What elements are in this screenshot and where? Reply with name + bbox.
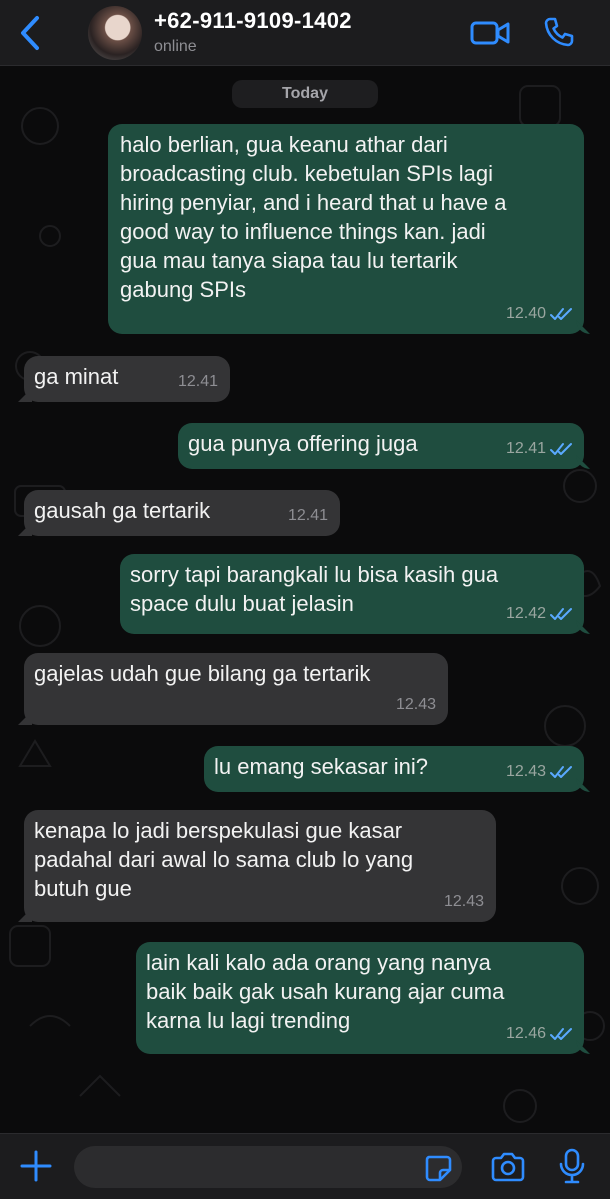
message-time: 12.41 bbox=[505, 440, 546, 457]
message-input[interactable] bbox=[74, 1146, 462, 1188]
date-separator: Today bbox=[232, 80, 378, 108]
read-receipt-icon bbox=[550, 1027, 572, 1040]
plus-icon[interactable] bbox=[20, 1150, 52, 1182]
message-time: 12.43 bbox=[505, 763, 546, 780]
outgoing-message[interactable]: lain kali kalo ada orang yang nanya baik… bbox=[136, 942, 584, 1054]
video-call-icon[interactable] bbox=[470, 18, 510, 48]
message-time: 12.41 bbox=[177, 373, 218, 390]
chat-header: +62-911-9109-1402 online bbox=[0, 0, 610, 66]
read-receipt-icon bbox=[550, 607, 572, 620]
incoming-message[interactable]: gausah ga tertarik 12.41 bbox=[24, 490, 340, 536]
sticker-icon[interactable] bbox=[424, 1154, 452, 1182]
read-receipt-icon bbox=[550, 765, 572, 778]
message-text: gausah ga tertarik bbox=[34, 498, 211, 523]
message-meta: 12.46 bbox=[506, 1019, 572, 1048]
message-meta: 12.43 bbox=[396, 690, 436, 719]
contact-name[interactable]: +62-911-9109-1402 bbox=[154, 8, 352, 34]
message-text: kenapa lo jadi berspekulasi gue kasar pa… bbox=[34, 818, 414, 901]
back-chevron-icon[interactable] bbox=[16, 14, 46, 52]
message-meta: 12.40 bbox=[506, 299, 572, 328]
chat-area[interactable]: Today halo berlian, gua keanu athar dari… bbox=[0, 66, 610, 1133]
read-receipt-icon bbox=[550, 307, 572, 320]
message-time: 12.42 bbox=[505, 605, 546, 622]
message-time: 12.41 bbox=[287, 507, 328, 524]
message-meta: 12.41 bbox=[506, 434, 572, 463]
message-text: halo berlian, gua keanu athar dari broad… bbox=[120, 132, 507, 302]
message-time: 12.43 bbox=[443, 893, 484, 910]
camera-icon[interactable] bbox=[490, 1152, 526, 1182]
message-time: 12.46 bbox=[505, 1025, 546, 1042]
avatar[interactable] bbox=[88, 6, 142, 60]
microphone-icon[interactable] bbox=[558, 1148, 586, 1184]
phone-call-icon[interactable] bbox=[543, 16, 575, 48]
outgoing-message[interactable]: gua punya offering juga 12.41 bbox=[178, 423, 584, 469]
message-meta: 12.43 bbox=[506, 757, 572, 786]
incoming-message[interactable]: kenapa lo jadi berspekulasi gue kasar pa… bbox=[24, 810, 496, 922]
message-meta: 12.43 bbox=[444, 887, 484, 916]
contact-status: online bbox=[154, 38, 197, 55]
message-meta: 12.41 bbox=[178, 367, 218, 396]
message-text: gajelas udah gue bilang ga tertarik bbox=[34, 661, 371, 686]
incoming-message[interactable]: gajelas udah gue bilang ga tertarik 12.4… bbox=[24, 653, 448, 725]
outgoing-message[interactable]: halo berlian, gua keanu athar dari broad… bbox=[108, 124, 584, 334]
read-receipt-icon bbox=[550, 442, 572, 455]
message-meta: 12.41 bbox=[288, 501, 328, 530]
outgoing-message[interactable]: sorry tapi barangkali lu bisa kasih gua … bbox=[120, 554, 584, 634]
outgoing-message[interactable]: lu emang sekasar ini? 12.43 bbox=[204, 746, 584, 792]
message-time: 12.43 bbox=[395, 696, 436, 713]
incoming-message[interactable]: ga minat 12.41 bbox=[24, 356, 230, 402]
message-composer bbox=[0, 1133, 610, 1199]
message-time: 12.40 bbox=[505, 305, 546, 322]
message-meta: 12.42 bbox=[506, 599, 572, 628]
